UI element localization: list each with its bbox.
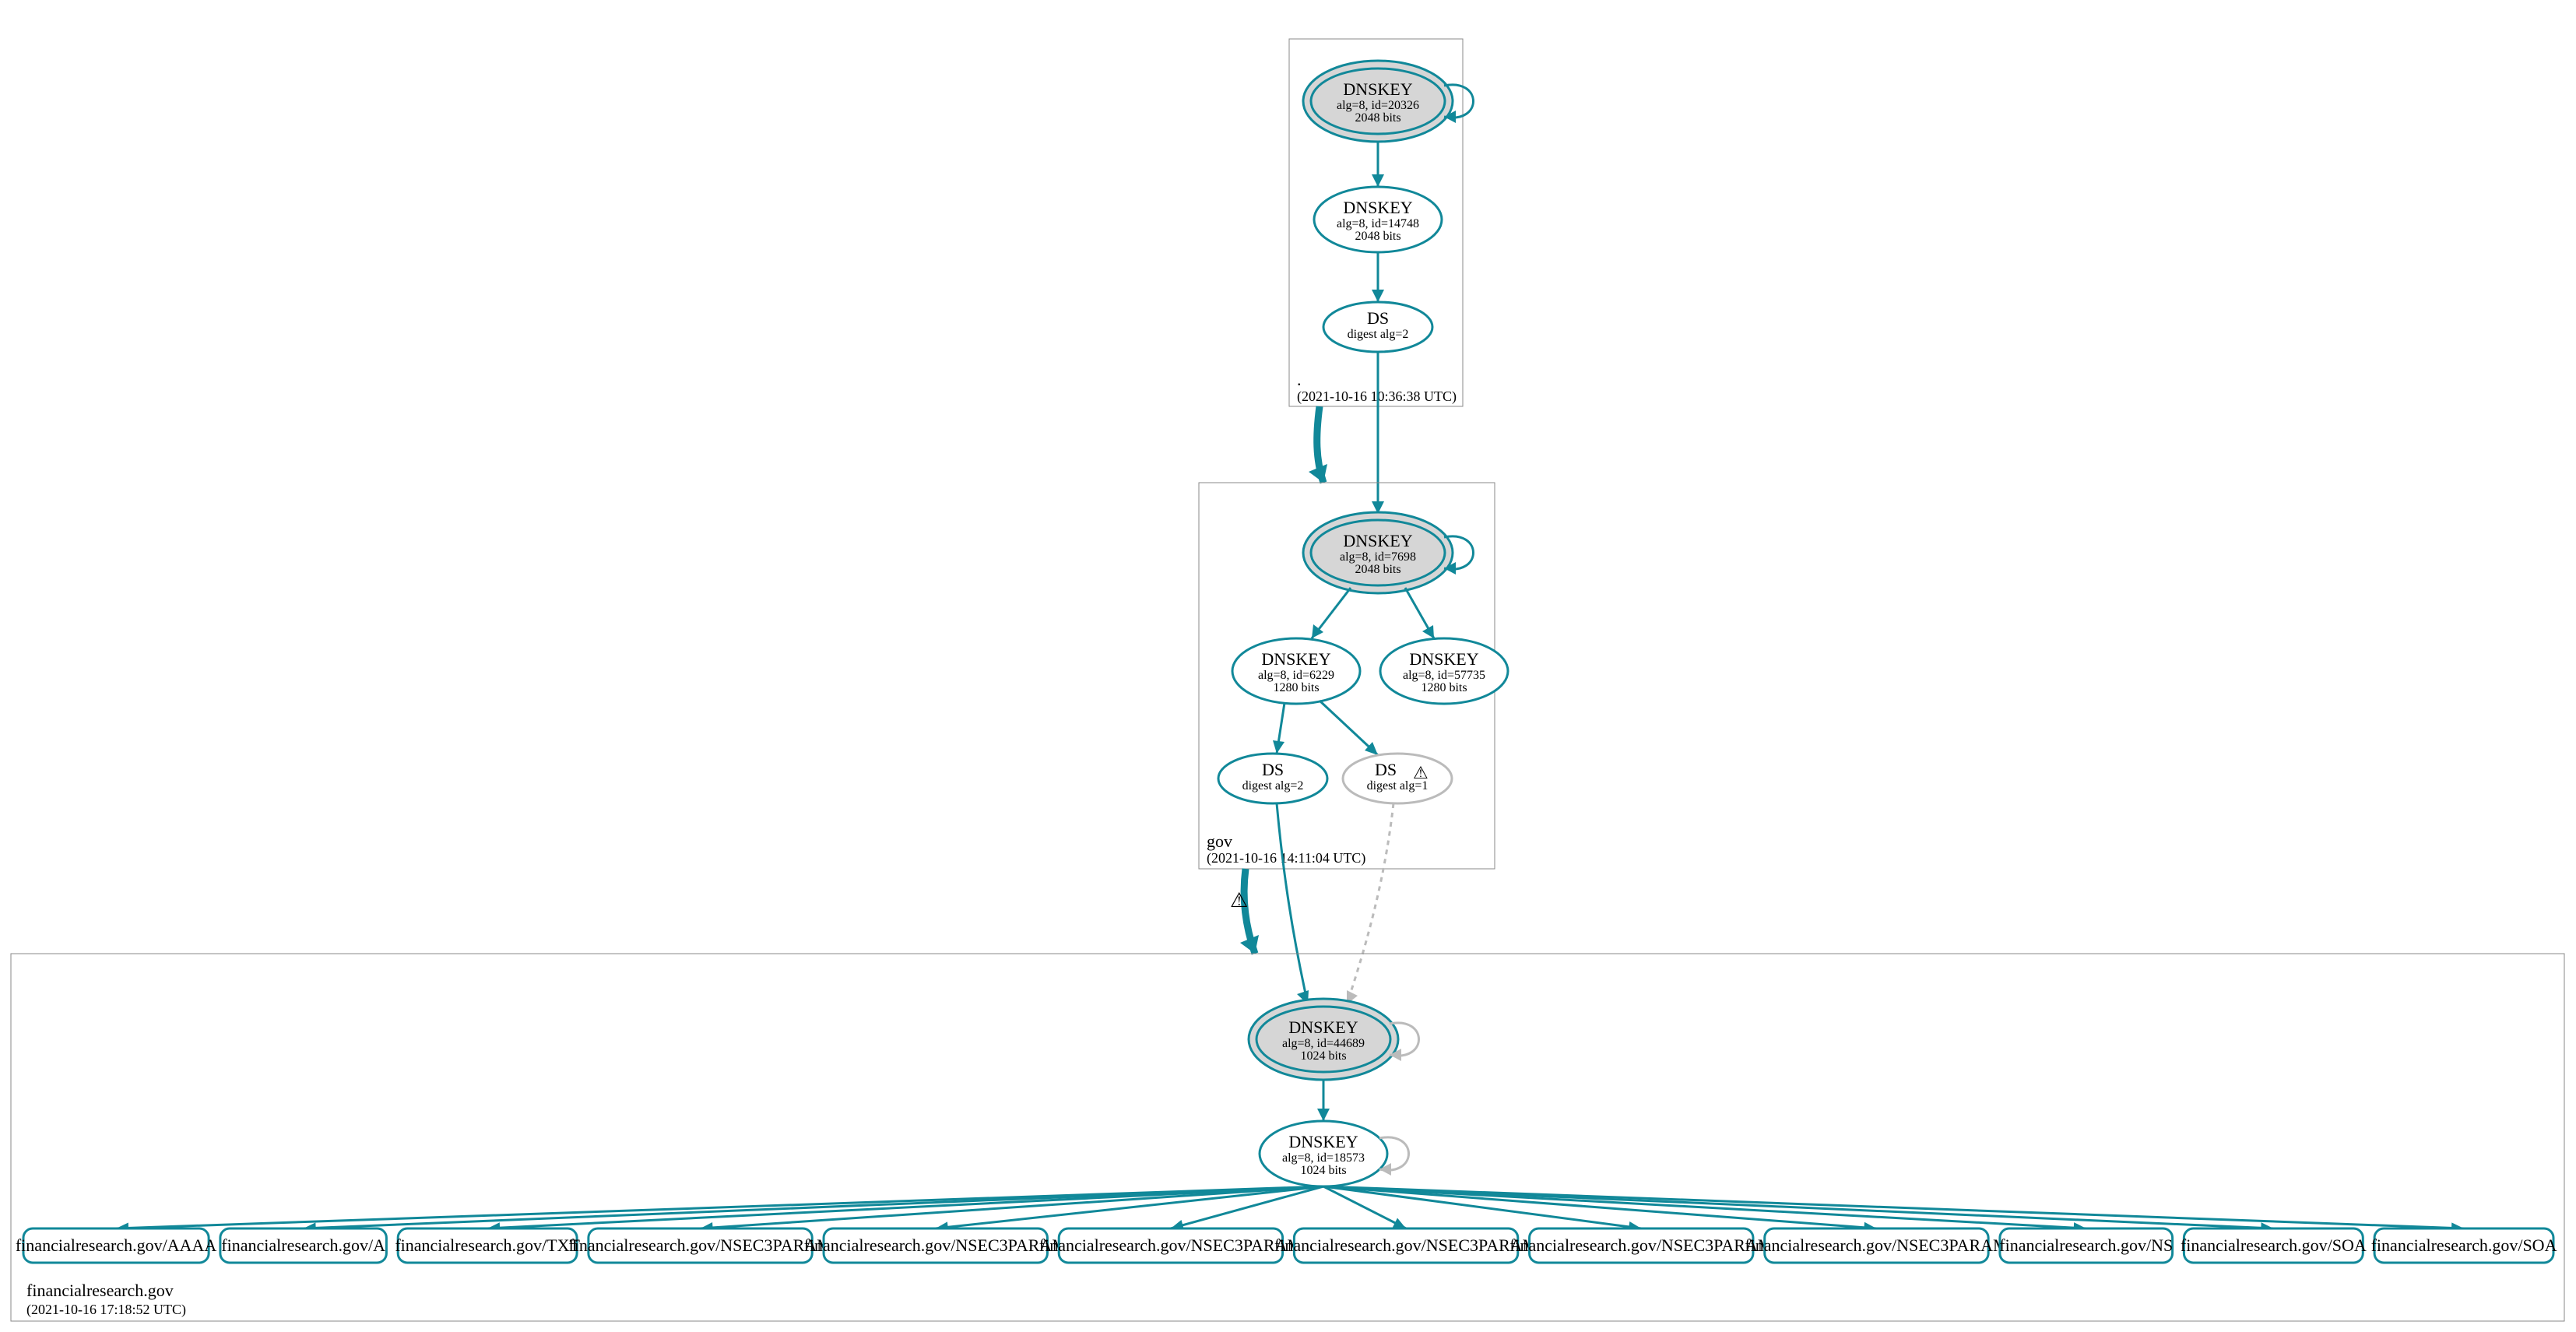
svg-text:alg=8, id=57735: alg=8, id=57735 bbox=[1403, 669, 1485, 682]
zone-fr-label: financialresearch.gov bbox=[26, 1281, 174, 1300]
rrset-label: financialresearch.gov/TXT bbox=[395, 1235, 580, 1255]
rrset-label: financialresearch.gov/NSEC3PARAM bbox=[568, 1235, 831, 1255]
edge-fr-zsk-to-rrset bbox=[1323, 1186, 2464, 1228]
svg-text:alg=8, id=18573: alg=8, id=18573 bbox=[1282, 1151, 1365, 1165]
svg-text:alg=8, id=20326: alg=8, id=20326 bbox=[1337, 99, 1419, 112]
svg-text:alg=8, id=6229: alg=8, id=6229 bbox=[1258, 669, 1334, 682]
svg-text:DS: DS bbox=[1367, 308, 1389, 328]
svg-text:alg=8, id=44689: alg=8, id=44689 bbox=[1282, 1037, 1365, 1050]
edge-fr-zsk-to-rrset bbox=[1323, 1186, 2086, 1228]
node-fr-ksk: DNSKEY alg=8, id=44689 1024 bits bbox=[1249, 999, 1398, 1080]
rrset-label: financialresearch.gov/SOA bbox=[2181, 1235, 2367, 1255]
node-fr-zsk: DNSKEY alg=8, id=18573 1024 bits bbox=[1260, 1121, 1387, 1186]
edge-gov-ds2-to-fr-ksk bbox=[1347, 803, 1393, 1004]
rrset-label: financialresearch.gov/NSEC3PARAM bbox=[804, 1235, 1067, 1255]
node-root-ksk: DNSKEY alg=8, id=20326 2048 bits bbox=[1303, 61, 1453, 142]
svg-text:DS: DS bbox=[1375, 760, 1397, 779]
rrset-label: financialresearch.gov/NS bbox=[1999, 1235, 2173, 1255]
svg-text:DNSKEY: DNSKEY bbox=[1288, 1017, 1358, 1037]
svg-text:1024 bits: 1024 bits bbox=[1300, 1049, 1346, 1063]
svg-text:1280 bits: 1280 bits bbox=[1273, 681, 1319, 694]
node-root-zsk: DNSKEY alg=8, id=14748 2048 bits bbox=[1314, 187, 1442, 252]
svg-text:2048 bits: 2048 bits bbox=[1355, 230, 1400, 243]
zone-root-timestamp: (2021-10-16 10:36:38 UTC) bbox=[1297, 388, 1457, 405]
rrset-label: financialresearch.gov/NSEC3PARAM bbox=[1274, 1235, 1538, 1255]
node-gov-zsk2: DNSKEY alg=8, id=57735 1280 bits bbox=[1380, 638, 1508, 704]
svg-text:DNSKEY: DNSKEY bbox=[1409, 649, 1478, 669]
svg-text:DNSKEY: DNSKEY bbox=[1343, 531, 1412, 550]
svg-text:DNSKEY: DNSKEY bbox=[1343, 79, 1412, 99]
warning-icon: ⚠ bbox=[1413, 763, 1429, 782]
node-gov-zsk1: DNSKEY alg=8, id=6229 1280 bits bbox=[1232, 638, 1360, 704]
svg-text:1280 bits: 1280 bits bbox=[1421, 681, 1467, 694]
rrset-label: financialresearch.gov/A bbox=[221, 1235, 385, 1255]
rrset-row: financialresearch.gov/AAAAfinancialresea… bbox=[16, 1228, 2557, 1263]
svg-text:DS: DS bbox=[1262, 760, 1284, 779]
rrset-label: financialresearch.gov/NSEC3PARAM bbox=[1745, 1235, 2008, 1255]
node-root-ds: DS digest alg=2 bbox=[1323, 302, 1432, 352]
svg-text:DNSKEY: DNSKEY bbox=[1343, 198, 1412, 217]
zone-gov-timestamp: (2021-10-16 14:11:04 UTC) bbox=[1207, 850, 1365, 866]
svg-text:digest alg=2: digest alg=2 bbox=[1242, 779, 1304, 793]
node-gov-ds1: DS digest alg=2 bbox=[1218, 754, 1327, 803]
svg-text:digest alg=2: digest alg=2 bbox=[1348, 328, 1409, 341]
svg-text:alg=8, id=7698: alg=8, id=7698 bbox=[1340, 550, 1416, 564]
zone-fr-timestamp: (2021-10-16 17:18:52 UTC) bbox=[26, 1302, 186, 1318]
svg-text:alg=8, id=14748: alg=8, id=14748 bbox=[1337, 217, 1419, 230]
svg-text:2048 bits: 2048 bits bbox=[1355, 111, 1400, 125]
svg-text:1024 bits: 1024 bits bbox=[1300, 1164, 1346, 1177]
node-gov-ds2: DS digest alg=1 ⚠ bbox=[1343, 754, 1452, 803]
svg-text:DNSKEY: DNSKEY bbox=[1261, 649, 1330, 669]
svg-text:DNSKEY: DNSKEY bbox=[1288, 1132, 1358, 1151]
rrset-label: financialresearch.gov/NSEC3PARAM bbox=[1039, 1235, 1302, 1255]
warning-icon: ⚠ bbox=[1230, 889, 1248, 912]
node-gov-ksk: DNSKEY alg=8, id=7698 2048 bits bbox=[1303, 512, 1453, 593]
rrset-label: financialresearch.gov/SOA bbox=[2371, 1235, 2557, 1255]
rrset-label: financialresearch.gov/NSEC3PARAM bbox=[1509, 1235, 1773, 1255]
edge-gov-ds1-to-fr-ksk bbox=[1277, 803, 1308, 1004]
edge-fr-zsk-to-rrset bbox=[304, 1186, 1323, 1228]
rrset-label: financialresearch.gov/AAAA bbox=[16, 1235, 217, 1255]
zone-gov-label: gov bbox=[1207, 831, 1232, 851]
svg-text:2048 bits: 2048 bits bbox=[1355, 563, 1400, 576]
zone-root-label: . bbox=[1297, 370, 1302, 389]
